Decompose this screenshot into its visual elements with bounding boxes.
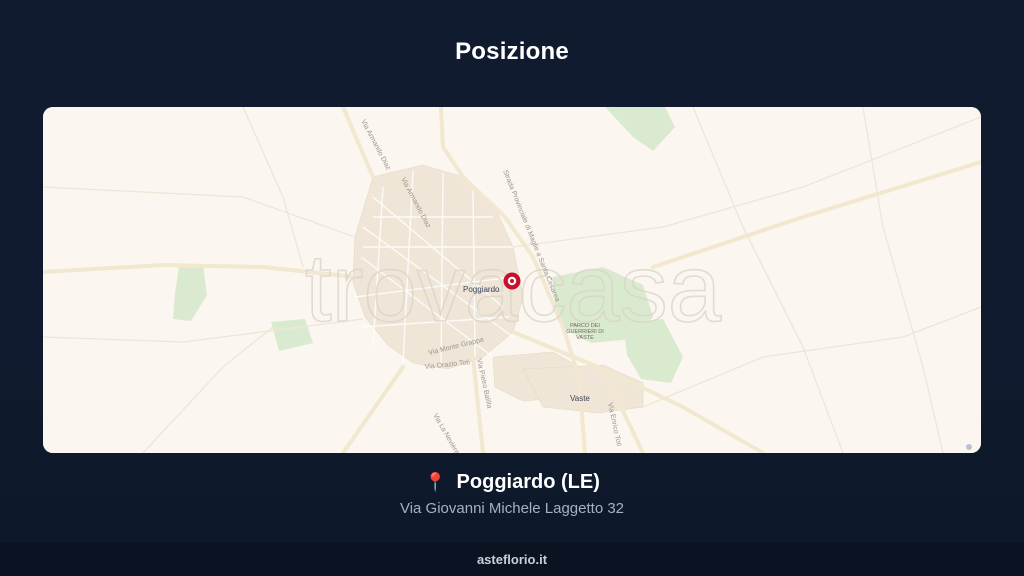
page-title: Posizione	[455, 38, 569, 65]
location-heading: 📍 Poggiardo (LE)	[0, 471, 1024, 494]
town-label-poggiardo: Poggiardo	[463, 285, 500, 294]
map-pin-icon: 📍	[424, 472, 447, 492]
footer: asteflorio.it	[0, 543, 1024, 576]
map-canvas[interactable]: trovacasa Via Armando Diaz Via Armando D…	[43, 107, 981, 453]
footer-link[interactable]: asteflorio.it	[477, 552, 547, 567]
location-address: Via Giovanni Michele Laggetto 32	[399, 500, 625, 517]
town-label-vaste: Vaste	[570, 394, 590, 403]
location-city: Poggiardo (LE)	[456, 471, 600, 493]
svg-text:VASTE: VASTE	[576, 335, 594, 341]
map-attribution-icon	[966, 444, 972, 450]
map-view[interactable]: trovacasa Via Armando Diaz Via Armando D…	[43, 107, 981, 453]
location-marker-icon[interactable]	[503, 272, 521, 290]
